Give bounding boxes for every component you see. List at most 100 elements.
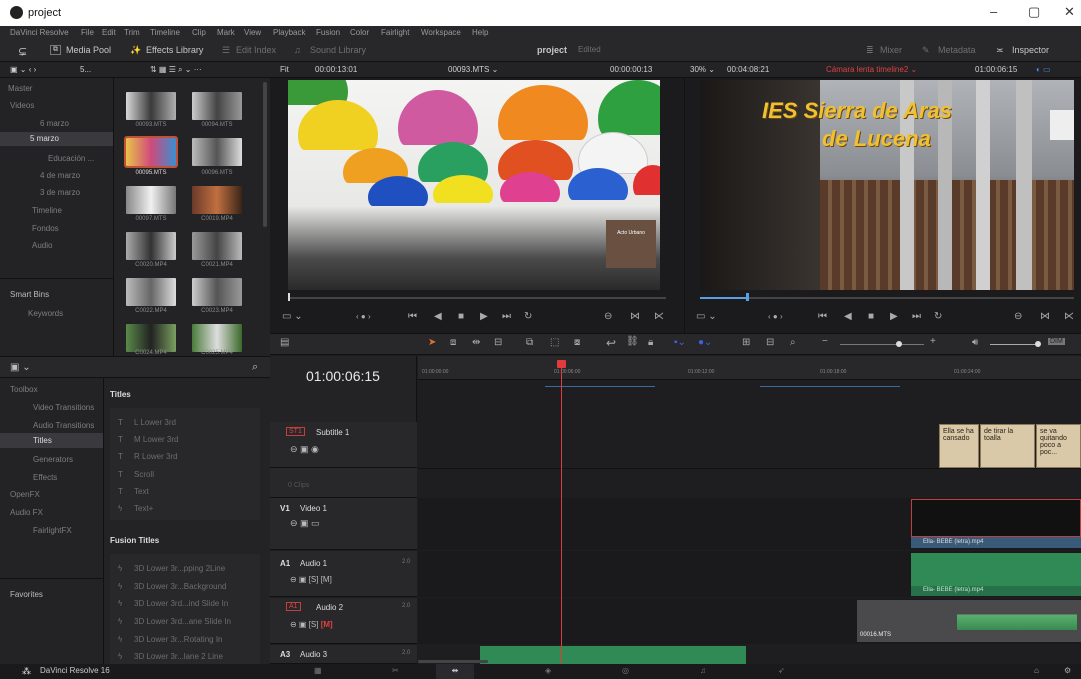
subtitle-clip[interactable]: se va quitando poco a poc... (1036, 424, 1081, 468)
audio-clip[interactable]: Ella- BEBE (letra).mp4 (911, 586, 1081, 596)
menu-fairlight[interactable]: Fairlight (381, 28, 409, 37)
pool-scrollbar[interactable] (263, 82, 267, 227)
fusion-page-icon[interactable]: ◈ (545, 666, 551, 675)
menu-color[interactable]: Color (350, 28, 369, 37)
menu-playback[interactable]: Playback (273, 28, 305, 37)
zoom-slider-handle[interactable] (896, 341, 902, 347)
toolbox-audiofx[interactable]: Audio FX (10, 508, 43, 517)
menu-davinci[interactable]: DaVinci Resolve (10, 28, 69, 37)
volume-slider[interactable] (990, 344, 1038, 345)
sound-library-button[interactable]: Sound Library (310, 45, 366, 55)
stop-icon[interactable]: ■ (458, 311, 464, 322)
bin-master[interactable]: Master (8, 84, 32, 93)
bin-fondos[interactable]: Fondos (32, 224, 59, 233)
bin-timeline[interactable]: Timeline (32, 206, 62, 215)
menu-workspace[interactable]: Workspace (421, 28, 461, 37)
title-item[interactable]: Text (134, 487, 149, 496)
home-icon[interactable]: ⌂ (1034, 666, 1039, 675)
mark-out-icon[interactable]: ⋉ (654, 311, 664, 322)
panel-toggle-icon[interactable]: ▣ ⌄ (10, 362, 31, 373)
video-clip-thumbnail[interactable] (911, 499, 1081, 537)
insert-clip-icon[interactable]: ⧉ (526, 337, 533, 348)
marker-icon[interactable]: ●⌄ (698, 337, 712, 348)
zoom-in-icon[interactable]: + (930, 336, 936, 347)
media-pool-button[interactable]: Media Pool (66, 45, 111, 55)
clip-thumbnail[interactable] (126, 278, 176, 306)
view-mode-icons[interactable]: ⇅ ▦ ☰ ⌕ ⌄ ··· (150, 65, 202, 75)
bin-6-marzo[interactable]: 6 marzo (40, 119, 69, 128)
bin-videos[interactable]: Videos (10, 101, 34, 110)
workspace-icon[interactable]: ⊊ (18, 45, 27, 58)
zoom-custom-icon[interactable]: ⌕ (790, 337, 796, 348)
overwrite-clip-icon[interactable]: ⬚ (550, 337, 559, 348)
video-clip[interactable]: Ella- BEBE (letra).mp4 (911, 537, 1081, 548)
match-frame-icon[interactable]: ⊖ (1014, 311, 1022, 322)
inspector-button[interactable]: Inspector (1012, 45, 1049, 55)
fairlight-page-icon[interactable]: ♫ (700, 666, 706, 675)
toolbox-video-transitions[interactable]: Video Transitions (33, 403, 94, 412)
record-viewer-frame[interactable]: IES Sierra de Aras de Lucena (700, 80, 1074, 290)
blade-tool-icon[interactable]: ⊟ (494, 337, 502, 348)
lock-icon[interactable]: ⊖ ▣ ▭ (290, 518, 320, 529)
source-clip-dropdown[interactable]: 00093.MTS ⌄ (448, 65, 498, 74)
toolbox-openfx[interactable]: OpenFX (10, 490, 40, 499)
audio-clip-waveform[interactable] (911, 553, 1081, 586)
menu-timeline[interactable]: Timeline (150, 28, 180, 37)
minimize-button[interactable]: – (990, 4, 997, 19)
record-scrub-bar[interactable] (700, 297, 1074, 299)
metadata-button[interactable]: Metadata (938, 45, 976, 55)
zoom-detail-icon[interactable]: ⊟ (766, 337, 774, 348)
selection-tool-icon[interactable]: ➤ (428, 337, 436, 348)
toolbox-root[interactable]: Toolbox (10, 385, 38, 394)
menu-clip[interactable]: Clip (192, 28, 206, 37)
settings-gear-icon[interactable]: ⚙ (1064, 666, 1071, 675)
clip-thumbnail[interactable] (192, 138, 242, 166)
color-page-icon[interactable]: ◎ (622, 666, 629, 675)
title-item[interactable]: Text+ (134, 504, 153, 513)
source-playhead[interactable] (288, 293, 290, 301)
playhead-handle[interactable] (557, 360, 566, 368)
snapping-icon[interactable]: ↩ (606, 336, 616, 350)
fusion-title-item[interactable]: 3D Lower 3r...Rotating In (134, 635, 223, 644)
title-item[interactable]: M Lower 3rd (134, 435, 178, 444)
fusion-title-item[interactable]: 3D Lower 3rd...ane Slide In (134, 617, 231, 626)
mark-out-icon[interactable]: ⋉ (1064, 311, 1074, 322)
fusion-title-item[interactable]: 3D Lower 3r...Background (134, 582, 227, 591)
menu-file[interactable]: File (81, 28, 94, 37)
track-controls[interactable]: ⊖ ▣ [S] [M] (290, 575, 332, 584)
media-page-icon[interactable]: ▦ (314, 666, 322, 675)
mixer-button[interactable]: Mixer (880, 45, 902, 55)
search-icon[interactable]: ⌕ (252, 361, 258, 374)
cut-page-icon[interactable]: ✂ (392, 666, 399, 675)
clip-thumbnail[interactable] (126, 232, 176, 260)
clip-thumbnail[interactable] (192, 324, 242, 352)
title-item[interactable]: L Lower 3rd (134, 418, 176, 427)
subtitle-clip[interactable]: de tirar la toalla (980, 424, 1035, 468)
toolbox-generators[interactable]: Generators (33, 455, 73, 464)
menu-fusion[interactable]: Fusion (316, 28, 340, 37)
clip-thumbnail[interactable] (126, 186, 176, 214)
zoom-out-icon[interactable]: − (822, 336, 828, 347)
bin-educacion[interactable]: Educación ... (48, 154, 94, 163)
jog-icon[interactable]: ‹ ● › (768, 312, 783, 321)
toolbox-effects[interactable]: Effects (33, 473, 57, 482)
loop-icon[interactable]: ↻ (934, 311, 942, 322)
fusion-title-item[interactable]: 3D Lower 3r...pping 2Line (134, 564, 225, 573)
edit-index-button[interactable]: Edit Index (236, 45, 276, 55)
menu-view[interactable]: View (244, 28, 261, 37)
effects-library-button[interactable]: Effects Library (146, 45, 203, 55)
audio3-clip[interactable] (480, 646, 746, 664)
linked-selection-icon[interactable]: ⛓ (626, 336, 639, 347)
viewer-options-icon[interactable]: ◐ ▭ (1036, 65, 1051, 74)
bin-5-marzo[interactable]: 5 marzo (0, 132, 113, 146)
menu-edit[interactable]: Edit (102, 28, 116, 37)
timeline-ruler[interactable]: 01:00:00:00 01:00:06:00 01:00:12:00 01:0… (418, 356, 1081, 380)
loop-icon[interactable]: ↻ (524, 311, 532, 322)
stop-icon[interactable]: ■ (868, 311, 874, 322)
volume-slider-handle[interactable] (1035, 341, 1041, 347)
go-to-end-icon[interactable]: ⏭ (912, 311, 921, 322)
go-to-start-icon[interactable]: ⏮ (408, 311, 417, 322)
go-to-start-icon[interactable]: ⏮ (818, 311, 827, 322)
clip-thumbnail[interactable] (126, 324, 176, 352)
play-icon[interactable]: ▶ (480, 311, 488, 322)
